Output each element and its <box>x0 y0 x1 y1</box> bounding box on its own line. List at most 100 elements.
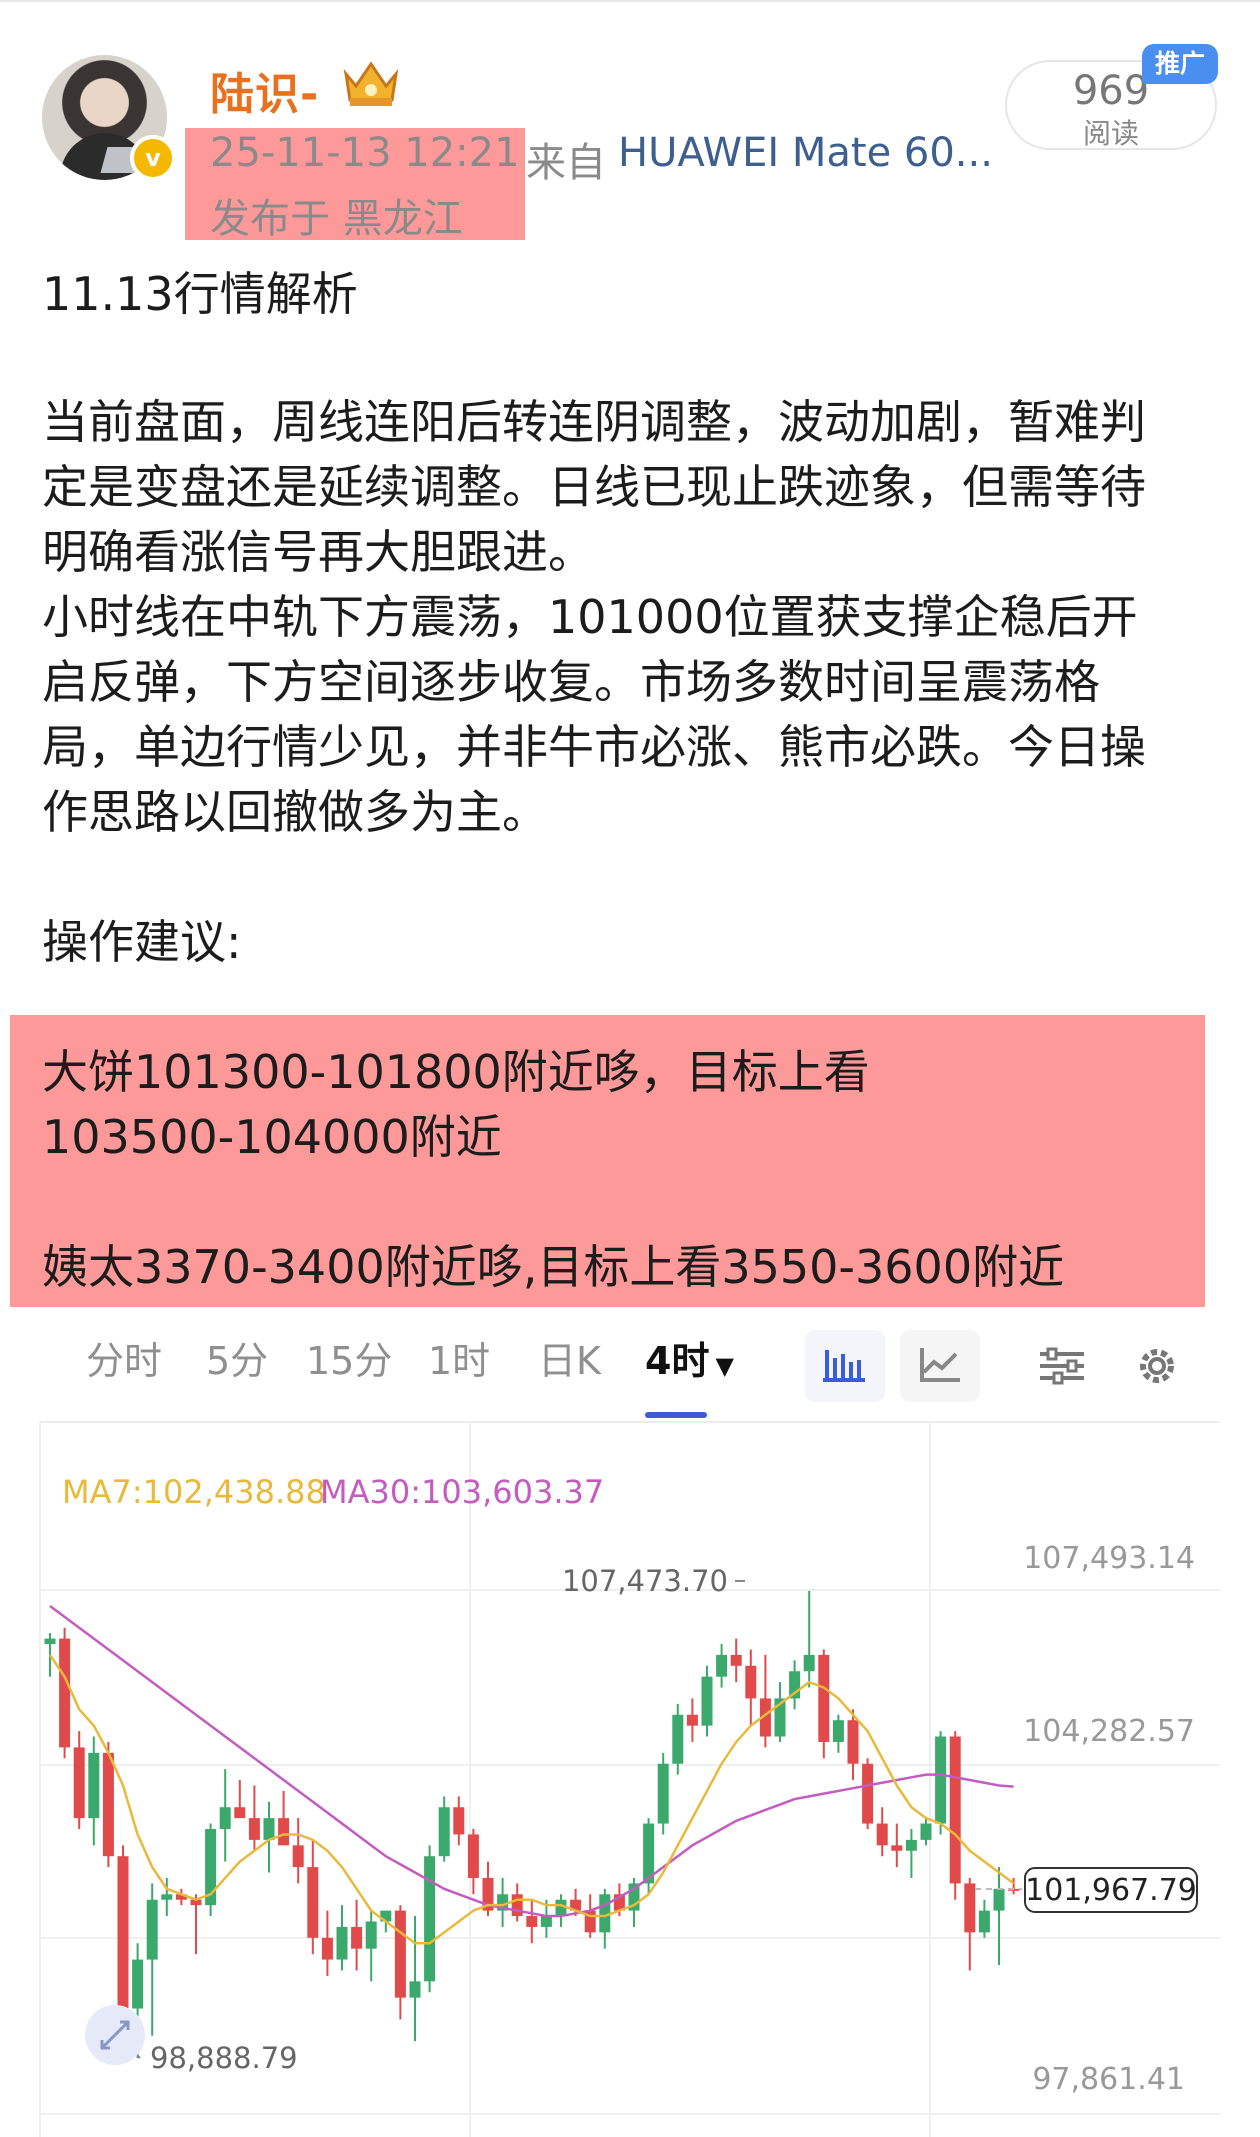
candle-body <box>321 1937 333 1960</box>
indicator-settings-button[interactable] <box>1024 1330 1104 1402</box>
candle-body <box>44 1638 56 1645</box>
settings-button[interactable] <box>1117 1330 1197 1402</box>
candle-body <box>365 1921 377 1949</box>
candle-body <box>511 1894 523 1917</box>
candle-body <box>59 1638 71 1748</box>
top-divider <box>0 0 1260 2</box>
ma30-line <box>49 1604 1014 1918</box>
post-line: 作思路以回撤做多为主。 <box>42 785 548 839</box>
high-label: 107,473.70 <box>562 1564 728 1598</box>
current-price: 101,967.79 <box>1025 1873 1197 1908</box>
gear-icon <box>1140 1349 1174 1383</box>
tab-1hour[interactable]: 1时 <box>428 1330 490 1385</box>
candle-body <box>219 1807 231 1830</box>
candle-body <box>949 1736 961 1884</box>
candle-body <box>146 1899 158 1960</box>
candle-body <box>876 1823 888 1846</box>
tab-4hour-label: 4时 <box>645 1339 710 1383</box>
verified-badge-icon: v <box>130 135 176 181</box>
source-device[interactable]: HUAWEI Mate 60... <box>618 130 993 176</box>
price-tick: 97,861.41 <box>1032 2062 1185 2097</box>
candlestick-toggle[interactable] <box>805 1330 885 1402</box>
tab-4hour[interactable]: 4时 ▼ <box>645 1330 734 1385</box>
candle-body <box>438 1807 450 1857</box>
candle-body <box>307 1867 319 1938</box>
candle-body <box>964 1883 976 1933</box>
price-tick: 107,493.14 <box>1023 1541 1195 1576</box>
advice-heading: 操作建议: <box>42 915 242 969</box>
candle-body <box>234 1807 246 1819</box>
candle-body <box>905 1839 917 1851</box>
candle-body <box>920 1823 932 1840</box>
candle-body <box>102 1752 114 1857</box>
candle-body <box>248 1818 260 1840</box>
candle-body <box>832 1720 844 1742</box>
candle-body <box>891 1845 903 1851</box>
candle-body <box>862 1763 874 1824</box>
candle-body <box>409 1981 421 1998</box>
candle-body <box>336 1926 348 1960</box>
candle-body <box>686 1714 698 1726</box>
promo-badge: 推广 <box>1142 44 1218 84</box>
candle-body <box>526 1916 538 1927</box>
candle-body <box>278 1818 290 1846</box>
candle-body <box>117 1856 129 2009</box>
candle-body <box>730 1654 742 1666</box>
post-line: 明确看涨信号再大胆跟进。 <box>42 525 594 579</box>
indicator-settings-icon <box>1040 1347 1084 1385</box>
advice-line: 大饼101300-101800附近哆，目标上看 <box>42 1045 870 1099</box>
candle-body <box>394 1910 406 1998</box>
post-title: 11.13行情解析 <box>42 267 358 321</box>
candle-body <box>424 1856 436 1982</box>
line-chart-toggle[interactable] <box>900 1330 980 1402</box>
candle-body <box>292 1845 304 1868</box>
candle-body <box>993 1888 1005 1911</box>
candle-body <box>467 1834 479 1878</box>
post-timestamp: 25-11-13 12:21 <box>210 130 520 176</box>
candle-body <box>540 1916 552 1927</box>
candle-body <box>657 1763 669 1824</box>
advice-line: 姨太3370-3400附近哆,目标上看3550-3600附近 <box>42 1240 1065 1294</box>
active-tab-indicator <box>645 1412 707 1418</box>
post-line: 定是变盘还是延续调整。日线已现止跌迹象，但需等待 <box>42 460 1146 514</box>
candle-body <box>803 1654 815 1672</box>
candle-body <box>745 1665 757 1699</box>
caret-down-icon: ▼ <box>715 1352 734 1380</box>
ma7-label: MA7:102,438.88 <box>62 1473 326 1511</box>
source-prefix: 来自 <box>526 140 606 186</box>
tab-15min[interactable]: 15分 <box>306 1330 392 1385</box>
candle-body <box>351 1926 363 1949</box>
candle-body <box>847 1720 859 1764</box>
candle-body <box>672 1714 684 1764</box>
crown-icon <box>343 61 399 106</box>
post-line: 启反弹，下方空间逐步收复。市场多数时间呈震荡格 <box>42 655 1100 709</box>
chart-tabs: 分时 5分 15分 1时 日K 4时 ▼ <box>0 1330 1260 1420</box>
candle-body <box>935 1736 947 1824</box>
candle-body <box>818 1654 830 1742</box>
price-tick: 104,282.57 <box>1023 1714 1195 1749</box>
candle-body <box>716 1654 728 1677</box>
candlestick-chart[interactable]: MA7:102,438.88 MA30:103,603.37 107,493.1… <box>0 1420 1260 2137</box>
advice-line: 103500-104000附近 <box>42 1110 502 1164</box>
tab-daily[interactable]: 日K <box>538 1330 601 1385</box>
candle-body <box>453 1807 465 1835</box>
candle-body <box>132 1959 144 2009</box>
candlestick-icon <box>823 1350 865 1382</box>
post-line: 小时线在中轨下方震荡，101000位置获支撑企稳后开 <box>42 590 1138 644</box>
candle-body <box>701 1676 713 1726</box>
tab-timeshare[interactable]: 分时 <box>86 1330 162 1385</box>
line-chart-icon <box>920 1348 960 1382</box>
candle-body <box>88 1752 100 1819</box>
low-label: 98,888.79 <box>150 2041 298 2075</box>
read-label: 阅读 <box>1082 117 1139 150</box>
post-line: 当前盘面，周线连阳后转连阴调整，波动加剧，暂难判 <box>42 395 1146 449</box>
candle-body <box>263 1818 275 1840</box>
candle-body <box>978 1910 990 1933</box>
candle-body <box>161 1894 173 1900</box>
ma30-label: MA30:103,603.37 <box>320 1473 604 1511</box>
candle-body <box>73 1747 85 1819</box>
post-line: 局，单边行情少见，并非牛市必涨、熊市必跌。今日操 <box>42 720 1146 774</box>
post-location: 发布于 黑龙江 <box>210 196 463 242</box>
tab-5min[interactable]: 5分 <box>206 1330 268 1385</box>
username[interactable]: 陆识- <box>210 58 319 122</box>
